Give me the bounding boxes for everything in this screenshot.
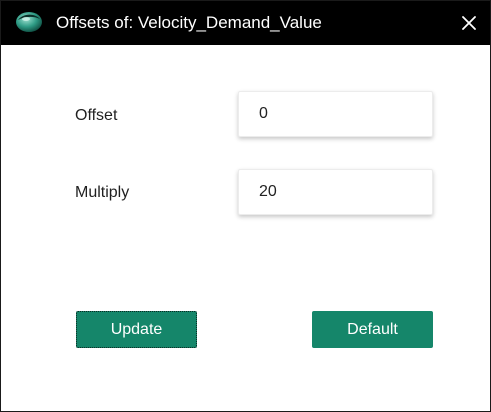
default-button[interactable]: Default: [312, 311, 433, 348]
dialog-window: Offsets of: Velocity_Demand_Value Offset…: [0, 0, 491, 412]
multiply-label: Multiply: [75, 184, 130, 201]
window-title: Offsets of: Velocity_Demand_Value: [56, 13, 322, 32]
offset-input[interactable]: [238, 91, 433, 137]
multiply-input[interactable]: [238, 169, 433, 215]
offset-label: Offset: [75, 107, 118, 124]
title-bar[interactable]: Offsets of: Velocity_Demand_Value: [1, 1, 490, 45]
app-logo-icon: [15, 11, 43, 33]
update-button[interactable]: Update: [76, 311, 197, 348]
close-icon: [462, 16, 476, 30]
close-button[interactable]: [456, 10, 482, 36]
